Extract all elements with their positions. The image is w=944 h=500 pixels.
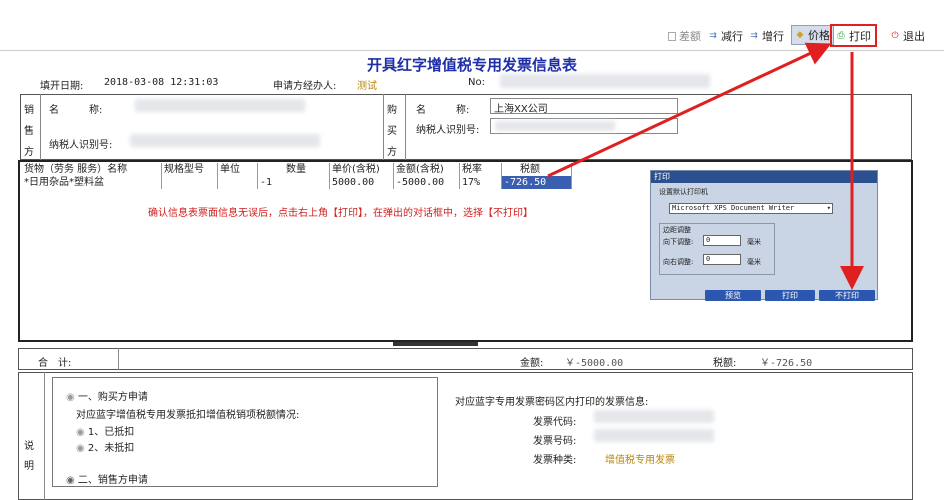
tax-label: 税额: (713, 358, 737, 369)
amount-label: 金额: (520, 358, 544, 369)
blue-invoice-title: 对应蓝字专用发票密码区内打印的发票信息: (455, 397, 649, 408)
invoice-number-label: 发票号码: (533, 436, 577, 447)
radio-icon: ◉ (76, 443, 85, 454)
invoice-type-label: 发票种类: (533, 455, 577, 466)
radio-icon: ◉ (66, 475, 75, 486)
invoice-code-label: 发票代码: (533, 417, 577, 428)
explain-side-label: 说明 (24, 441, 34, 472)
radio-icon: ◉ (66, 392, 75, 403)
totals-label: 合 计: (38, 358, 72, 369)
tax-value: ￥-726.50 (760, 358, 813, 369)
invoice-number-redacted (594, 429, 714, 442)
deduct-question: 对应蓝字增值税专用发票抵扣增值税销项税额情况: (76, 410, 300, 421)
option-not-deducted[interactable]: ◉ 2、未抵扣 (76, 439, 134, 454)
radio-icon: ◉ (76, 427, 85, 438)
splitter-handle[interactable] (393, 342, 478, 346)
option-deducted[interactable]: ◉ 1、已抵扣 (76, 423, 134, 438)
option-buyer[interactable]: ◉ 一、购买方申请 (66, 388, 148, 403)
amount-value: ￥-5000.00 (565, 358, 624, 369)
option-seller[interactable]: ◉ 二、销售方申请 (66, 471, 148, 486)
invoice-type-value: 增值税专用发票 (605, 455, 675, 466)
invoice-code-redacted (594, 410, 714, 423)
